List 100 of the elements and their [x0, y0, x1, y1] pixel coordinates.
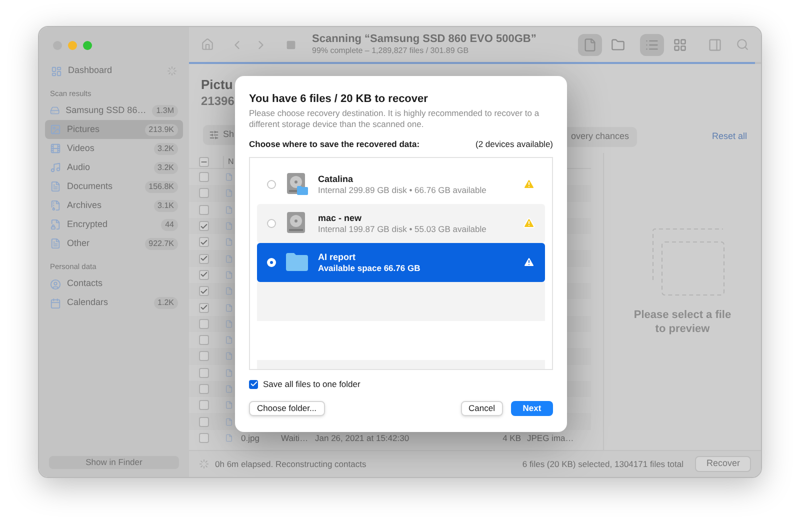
row-checkbox[interactable] — [199, 204, 209, 215]
encrypted-icon — [50, 219, 61, 230]
file-icon — [225, 222, 233, 230]
file-icon — [583, 38, 597, 52]
sidebar-item[interactable]: Pictures 213.9K — [45, 120, 183, 140]
sidebar-item[interactable]: Other 922.7K — [45, 234, 183, 254]
destination-detail: Internal 299.89 GB disk • 66.76 GB available — [318, 184, 488, 196]
sidebar-item-label: Encrypted — [67, 218, 109, 231]
destination-row[interactable]: mac - new Internal 199.87 GB disk • 55.03 GB available — [257, 204, 545, 243]
zoom-window-icon[interactable] — [83, 41, 92, 50]
sidebar-item-label: Videos — [67, 142, 96, 155]
radio-button[interactable] — [267, 218, 276, 228]
count-badge: 922.7K — [144, 238, 178, 250]
videos-icon — [50, 143, 61, 154]
row-checkbox[interactable] — [199, 318, 209, 329]
minimize-window-icon[interactable] — [68, 41, 77, 50]
warning-icon — [523, 178, 535, 190]
status-text: 0h 6m elapsed. Reconstructing contacts — [215, 458, 366, 470]
home-icon[interactable] — [201, 38, 214, 51]
destination-row[interactable]: AI report Available space 66.76 GB — [257, 242, 545, 282]
sidebar-item-label: Audio — [67, 161, 92, 174]
destination-detail: Internal 199.87 GB disk • 55.03 GB available — [318, 224, 488, 235]
row-checkbox[interactable] — [199, 188, 209, 198]
folder-icon — [611, 38, 625, 52]
sidebar-item[interactable]: Samsung SSD 86… 1.3M — [45, 101, 183, 120]
row-checkbox[interactable] — [199, 416, 209, 427]
sidebar-item-label: Pictures — [67, 123, 101, 136]
sidebar-item[interactable]: Contacts — [45, 274, 183, 294]
destination-row[interactable]: Catalina Internal 299.89 GB disk • 66.76 GB available — [257, 164, 545, 204]
count-badge: 1.3M — [152, 104, 178, 117]
sliders-icon — [209, 130, 219, 140]
sidebar-panel-icon[interactable] — [708, 38, 722, 52]
spinner-icon — [199, 459, 209, 469]
folder-icon — [285, 252, 309, 272]
destination-name: Catalina — [318, 172, 354, 185]
sidebar-item[interactable]: Archives 3.1K — [45, 196, 183, 216]
reset-all-link[interactable]: Reset all — [712, 130, 747, 143]
file-icon — [225, 336, 233, 344]
destination-detail: Available space 66.76 GB — [318, 262, 422, 274]
row-checkbox[interactable] — [199, 237, 209, 248]
cancel-button[interactable]: Cancel — [460, 400, 503, 416]
next-button[interactable]: Next — [511, 400, 553, 416]
dashboard-item[interactable]: Dashboard — [45, 62, 183, 80]
sidebar-item[interactable]: Documents 156.8K — [45, 177, 183, 196]
disk-with-folder-icon — [285, 172, 309, 196]
scan-progress-text: 99% complete – 1,289,827 files / 301.89 GB — [312, 46, 470, 56]
recover-button[interactable]: Recover — [695, 456, 751, 472]
sidebar-item[interactable]: Audio 3.2K — [45, 158, 183, 178]
selection-summary: 6 files (20 KB) selected, 1304171 files total — [522, 458, 684, 470]
show-in-finder-button[interactable]: Show in Finder — [49, 456, 179, 469]
sidebar-item-label: Documents — [67, 180, 114, 193]
radio-button[interactable] — [267, 258, 276, 267]
sidebar-item-label: Calendars — [67, 296, 110, 310]
destination-name: AI report — [318, 250, 357, 263]
page-title: Pictu — [201, 76, 233, 94]
row-checkbox[interactable] — [199, 286, 209, 296]
row-checkbox[interactable] — [199, 368, 209, 378]
sidebar-item[interactable]: Calendars 1.2K — [45, 294, 183, 312]
radio-button[interactable] — [267, 180, 276, 189]
file-view-button[interactable] — [578, 34, 602, 56]
row-checkbox[interactable] — [199, 221, 209, 232]
count-badge: 3.2K — [154, 162, 178, 174]
one-folder-option[interactable]: Save all files to one folder — [249, 378, 553, 390]
choose-folder-button[interactable]: Choose folder... — [249, 400, 325, 416]
row-checkbox[interactable] — [199, 400, 209, 410]
warning-icon — [523, 256, 535, 268]
sidebar-item-label: Archives — [67, 199, 103, 212]
search-icon[interactable] — [736, 38, 749, 51]
sidebar-item[interactable]: Videos 3.2K — [45, 139, 183, 158]
file-icon — [225, 368, 233, 377]
row-checkbox[interactable] — [199, 270, 209, 280]
row-checkbox[interactable] — [199, 302, 209, 313]
contacts-icon — [50, 278, 61, 290]
row-checkbox[interactable] — [199, 335, 209, 346]
sidebar-item-label: Contacts — [67, 277, 104, 290]
file-size: 4 KB — [502, 432, 521, 444]
row-checkbox[interactable] — [199, 351, 209, 362]
file-count: 21396 — [201, 94, 234, 109]
select-all-checkbox[interactable] — [199, 156, 209, 166]
drive-icon — [50, 105, 60, 116]
list-view-button[interactable] — [640, 34, 664, 56]
stop-icon[interactable] — [286, 40, 296, 50]
row-checkbox[interactable] — [199, 432, 209, 443]
file-icon — [225, 287, 233, 296]
file-icon — [225, 270, 233, 279]
column-header[interactable]: N — [223, 156, 234, 168]
row-checkbox[interactable] — [199, 384, 209, 394]
destination-name: mac - new — [318, 212, 363, 224]
check-icon — [250, 380, 258, 388]
row-checkbox[interactable] — [199, 254, 209, 264]
documents-icon — [50, 181, 61, 192]
file-icon — [225, 320, 233, 328]
sidebar-item[interactable]: Encrypted 44 — [45, 215, 183, 234]
preview-message: Please select a file to preview — [632, 308, 732, 336]
row-checkbox[interactable] — [199, 172, 209, 182]
count-badge: 1.2K — [154, 297, 178, 309]
file-icon — [225, 352, 233, 360]
sidebar-item-label: Other — [67, 237, 91, 250]
file-name: 0.jpg — [241, 432, 260, 444]
dialog-title: You have 6 files / 20 KB to recover — [249, 92, 429, 106]
